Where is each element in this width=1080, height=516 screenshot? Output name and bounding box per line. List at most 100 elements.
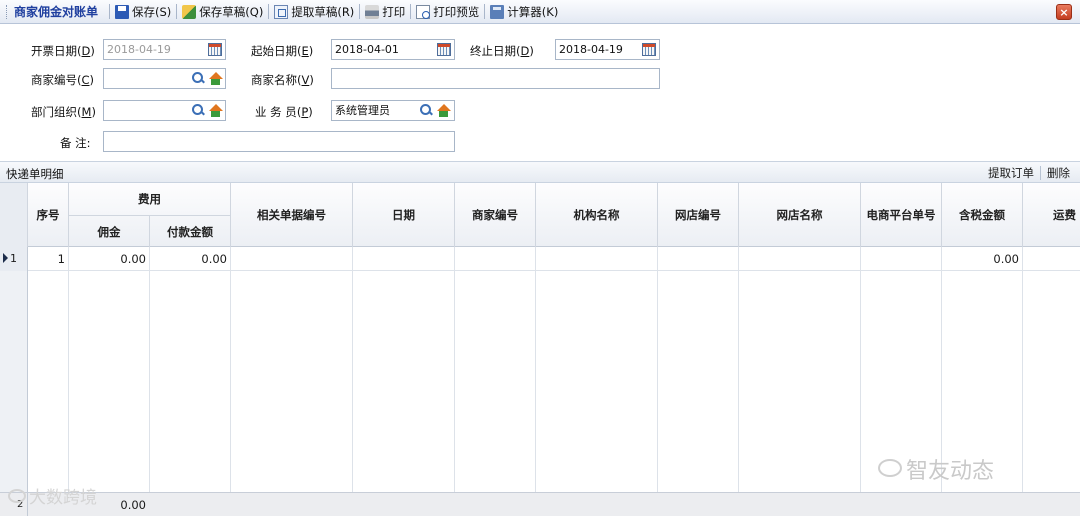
start-date-field[interactable]: 2018-04-01 [331, 39, 455, 60]
save-label: 保存(S) [132, 4, 172, 19]
total-row: 2 0.00 [0, 492, 1080, 516]
column-header-shop-name[interactable]: 网店名称 [739, 183, 861, 247]
watermark-brand: 智友动态 [878, 453, 994, 485]
calculator-label: 计算器(K) [507, 4, 559, 19]
calendar-icon[interactable] [437, 43, 451, 56]
grid-line [230, 247, 231, 516]
window-title: 商家佣金对账单 [14, 5, 99, 19]
column-header-ec-order[interactable]: 电商平台单号 [861, 183, 942, 247]
grid-line [657, 247, 658, 516]
merchant-code-field[interactable] [103, 68, 226, 89]
wechat-icon [8, 489, 26, 503]
watermark-brand-left: 大数跨境 [8, 483, 97, 508]
remarks-label: 备 注: [60, 136, 91, 150]
calendar-icon[interactable] [208, 43, 222, 56]
save-draft-icon [182, 4, 197, 19]
column-header-org-name[interactable]: 机构名称 [536, 183, 658, 247]
fetch-order-button[interactable]: 提取订单 [984, 165, 1038, 181]
grid-line [738, 247, 739, 516]
start-date-value: 2018-04-01 [335, 43, 399, 56]
column-header-tax-amount[interactable]: 含税金额 [942, 183, 1023, 247]
calculator-button[interactable]: 计算器(K) [490, 4, 558, 20]
salesperson-label: 业 务 员(P) [255, 105, 313, 119]
column-header-fee-group: 费用 [69, 183, 231, 215]
invoice-date-value: 2018-04-19 [107, 43, 171, 56]
detail-section-title: 快递单明细 [6, 167, 64, 181]
print-preview-icon [416, 4, 431, 19]
select-lookup-icon[interactable] [208, 103, 223, 118]
close-button[interactable]: × [1056, 4, 1072, 20]
toolbar-separator [359, 4, 361, 19]
column-header-shop-code[interactable]: 网店编号 [658, 183, 739, 247]
cell-commission[interactable]: 0.00 [69, 247, 150, 271]
grid-line [535, 247, 536, 516]
row-indicator[interactable]: 1 [0, 247, 28, 271]
save-icon [115, 4, 130, 19]
toolbar-separator [410, 4, 412, 19]
remarks-field[interactable] [103, 131, 455, 152]
merchant-name-label: 商家名称(V) [251, 73, 314, 87]
save-button[interactable]: 保存(S) [115, 4, 171, 20]
grid-header: 序号 费用 佣金 付款金额 相关单据编号 日期 商家编号 机构名称 网店编号 网… [0, 183, 1080, 247]
wechat-icon [878, 459, 902, 477]
printer-icon [365, 4, 380, 19]
toolbar-separator [109, 4, 111, 19]
column-header-related-doc[interactable]: 相关单据编号 [231, 183, 353, 247]
column-header-date[interactable]: 日期 [353, 183, 455, 247]
select-lookup-icon[interactable] [208, 71, 223, 86]
row-indicator-column [0, 247, 28, 492]
fetch-draft-label: 提取草稿(R) [291, 4, 355, 19]
salesperson-field[interactable]: 系统管理员 [331, 100, 455, 121]
fetch-draft-button[interactable]: 提取草稿(R) [274, 4, 354, 20]
department-label: 部门组织(M) [31, 105, 96, 119]
column-header-shipping[interactable]: 运费 [1023, 183, 1080, 247]
table-row[interactable]: 1 1 0.00 0.00 0.00 [0, 247, 1080, 271]
end-date-value: 2018-04-19 [559, 43, 623, 56]
search-icon[interactable] [419, 103, 433, 117]
calculator-icon [490, 4, 505, 19]
search-icon[interactable] [191, 71, 205, 85]
grid-line [149, 247, 150, 516]
end-date-field[interactable]: 2018-04-19 [555, 39, 660, 60]
grid-line [352, 247, 353, 516]
section-separator [1040, 166, 1041, 180]
toolbar-separator [268, 4, 270, 19]
print-preview-label: 打印预览 [433, 4, 480, 19]
merchant-code-label: 商家编号(C) [31, 73, 95, 87]
cell-tax-amount[interactable]: 0.00 [942, 247, 1023, 271]
invoice-date-field[interactable]: 2018-04-19 [103, 39, 226, 60]
toolbar-separator [484, 4, 486, 19]
print-label: 打印 [382, 4, 406, 19]
column-header-seq[interactable]: 序号 [28, 183, 69, 247]
cell-payment[interactable]: 0.00 [150, 247, 231, 271]
select-lookup-icon[interactable] [436, 103, 451, 118]
invoice-date-label: 开票日期(D) [31, 44, 95, 58]
print-button[interactable]: 打印 [365, 4, 405, 20]
column-header-payment[interactable]: 付款金额 [150, 216, 231, 247]
toolbar-separator [176, 4, 178, 19]
column-header-merchant-code[interactable]: 商家编号 [455, 183, 536, 247]
save-draft-label: 保存草稿(Q) [199, 4, 264, 19]
row-index: 1 [10, 252, 17, 265]
salesperson-value: 系统管理员 [335, 104, 390, 117]
toolbar: 商家佣金对账单 保存(S) 保存草稿(Q) 提取草稿(R) 打印 打印预览 计算… [0, 0, 1080, 24]
print-preview-button[interactable]: 打印预览 [416, 4, 479, 20]
calendar-icon[interactable] [642, 43, 656, 56]
toolbar-grip[interactable] [6, 4, 9, 19]
end-date-label: 终止日期(D) [470, 44, 534, 58]
start-date-label: 起始日期(E) [251, 44, 314, 58]
grid-line [860, 247, 861, 516]
column-header-commission[interactable]: 佣金 [69, 216, 150, 247]
fetch-draft-icon [274, 4, 289, 19]
delete-button[interactable]: 删除 [1043, 165, 1074, 181]
grid-line [68, 247, 69, 516]
save-draft-button[interactable]: 保存草稿(Q) [182, 4, 263, 20]
merchant-name-field[interactable] [331, 68, 660, 89]
search-icon[interactable] [191, 103, 205, 117]
department-field[interactable] [103, 100, 226, 121]
grid-line [1022, 247, 1023, 516]
current-row-arrow-icon [3, 253, 8, 263]
cell-seq[interactable]: 1 [28, 247, 69, 271]
row-indicator-header [0, 183, 28, 247]
detail-section-bar: 快递单明细 提取订单 删除 [0, 161, 1080, 183]
